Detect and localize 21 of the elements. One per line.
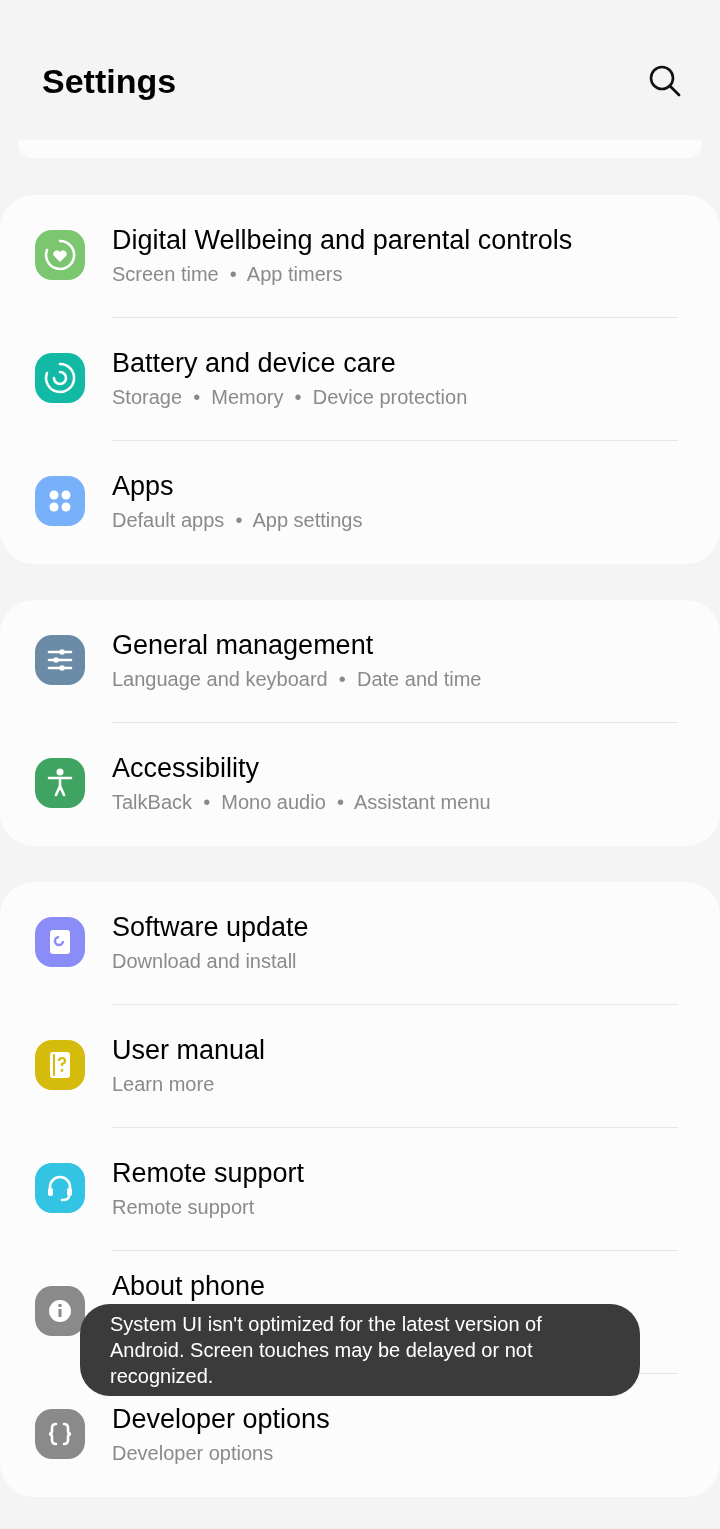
item-title: Remote support <box>112 1157 306 1190</box>
item-title: Digital Wellbeing and parental controls <box>112 224 574 257</box>
item-title: Battery and device care <box>112 347 397 380</box>
system-toast: System UI isn't optimized for the latest version of Android. Screen touches may be delayed or not recognized. <box>80 1304 640 1396</box>
item-subtitle: Screen time • App timers <box>112 262 344 287</box>
item-subtitle: Download and install <box>112 949 298 974</box>
item-subtitle: Developer options <box>112 1441 275 1466</box>
item-title: Accessibility <box>112 752 261 785</box>
item-subtitle: Storage • Memory • Device protection <box>112 385 469 410</box>
item-subtitle: Remote support <box>112 1195 256 1220</box>
item-subtitle: TalkBack • Mono audio • Assistant menu <box>112 790 492 815</box>
page-title: Settings <box>42 60 177 102</box>
item-title: Software update <box>112 911 310 944</box>
item-title: User manual <box>112 1034 267 1067</box>
item-title: About phone <box>112 1270 267 1303</box>
item-subtitle: Learn more <box>112 1072 216 1097</box>
item-subtitle: Default apps • App settings <box>112 508 364 533</box>
item-title: General management <box>112 629 375 662</box>
item-subtitle: Language and keyboard • Date and time <box>112 667 483 692</box>
item-title: Apps <box>112 470 175 503</box>
item-title: Developer options <box>112 1403 331 1436</box>
